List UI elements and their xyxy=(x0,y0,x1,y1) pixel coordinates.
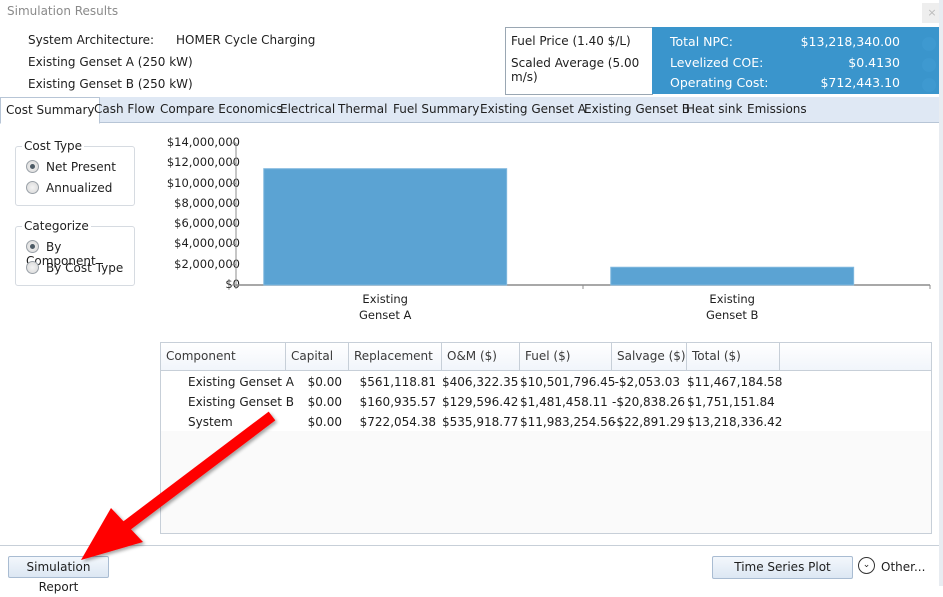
table-row[interactable]: Existing Genset B $0.00 $160,935.57 $129… xyxy=(161,392,931,412)
cell-salvage: -$22,891.29 xyxy=(612,415,686,429)
time-series-plot-button[interactable]: Time Series Plot xyxy=(712,556,853,579)
bar xyxy=(610,266,855,286)
window-edge xyxy=(939,0,943,586)
cell-total: $11,467,184.58 xyxy=(687,375,783,389)
column-header-component[interactable]: Component xyxy=(161,343,286,370)
bar xyxy=(263,168,508,286)
cell-component: Existing Genset B xyxy=(188,395,295,409)
x-tick-label-line: Existing xyxy=(709,292,755,306)
cell-om: $535,918.77 xyxy=(442,415,519,429)
table-body: Existing Genset A $0.00 $561,118.81 $406… xyxy=(161,371,931,431)
cell-component: Existing Genset A xyxy=(188,375,294,389)
x-tick-label-line: Existing xyxy=(362,292,408,306)
cost-table: Component Capital ($) Replacement ($) O&… xyxy=(160,342,932,534)
column-header-replacement[interactable]: Replacement ($) xyxy=(349,343,442,390)
cell-salvage: -$20,838.26 xyxy=(612,395,686,409)
cell-fuel: $10,501,796.45 xyxy=(520,375,616,389)
column-header-fuel[interactable]: Fuel ($) xyxy=(520,343,612,370)
x-tick-label-line: Genset A xyxy=(359,308,412,322)
other-button[interactable]: Other... xyxy=(881,560,925,574)
cell-fuel: $11,983,254.56 xyxy=(520,415,616,429)
cell-om: $129,596.42 xyxy=(442,395,519,409)
x-tick-label-line: Genset B xyxy=(706,308,759,322)
cell-capital: $0.00 xyxy=(307,395,342,409)
table-row[interactable]: System $0.00 $722,054.38 $535,918.77 $11… xyxy=(161,412,931,432)
cell-replacement: $160,935.57 xyxy=(359,395,436,409)
cell-replacement: $722,054.38 xyxy=(359,415,436,429)
footer-divider xyxy=(0,545,943,546)
cost-chart xyxy=(232,142,931,289)
column-header-om[interactable]: O&M ($) xyxy=(442,343,520,370)
chevron-down-circle-icon[interactable]: ⌄ xyxy=(858,557,875,574)
cell-om: $406,322.35 xyxy=(442,375,519,389)
simulation-report-button[interactable]: Simulation Report xyxy=(8,556,109,594)
column-header-salvage[interactable]: Salvage ($) xyxy=(612,343,687,370)
cell-capital: $0.00 xyxy=(307,375,342,389)
cell-capital: $0.00 xyxy=(307,415,342,429)
column-header-capital[interactable]: Capital ($) xyxy=(286,343,349,390)
arrow-head xyxy=(81,508,143,560)
cell-fuel: $1,481,458.11 xyxy=(520,395,608,409)
column-header-filler xyxy=(780,343,931,370)
cell-salvage: -$2,053.03 xyxy=(614,375,680,389)
column-header-total[interactable]: Total ($) xyxy=(687,343,780,370)
cell-component: System xyxy=(188,415,233,429)
x-tick-label: Existing Genset A xyxy=(335,291,435,323)
cell-total: $1,751,151.84 xyxy=(687,395,775,409)
x-tick-label: Existing Genset B xyxy=(682,291,782,323)
cell-replacement: $561,118.81 xyxy=(359,375,436,389)
cell-total: $13,218,336.42 xyxy=(687,415,783,429)
table-row[interactable]: Existing Genset A $0.00 $561,118.81 $406… xyxy=(161,372,931,392)
